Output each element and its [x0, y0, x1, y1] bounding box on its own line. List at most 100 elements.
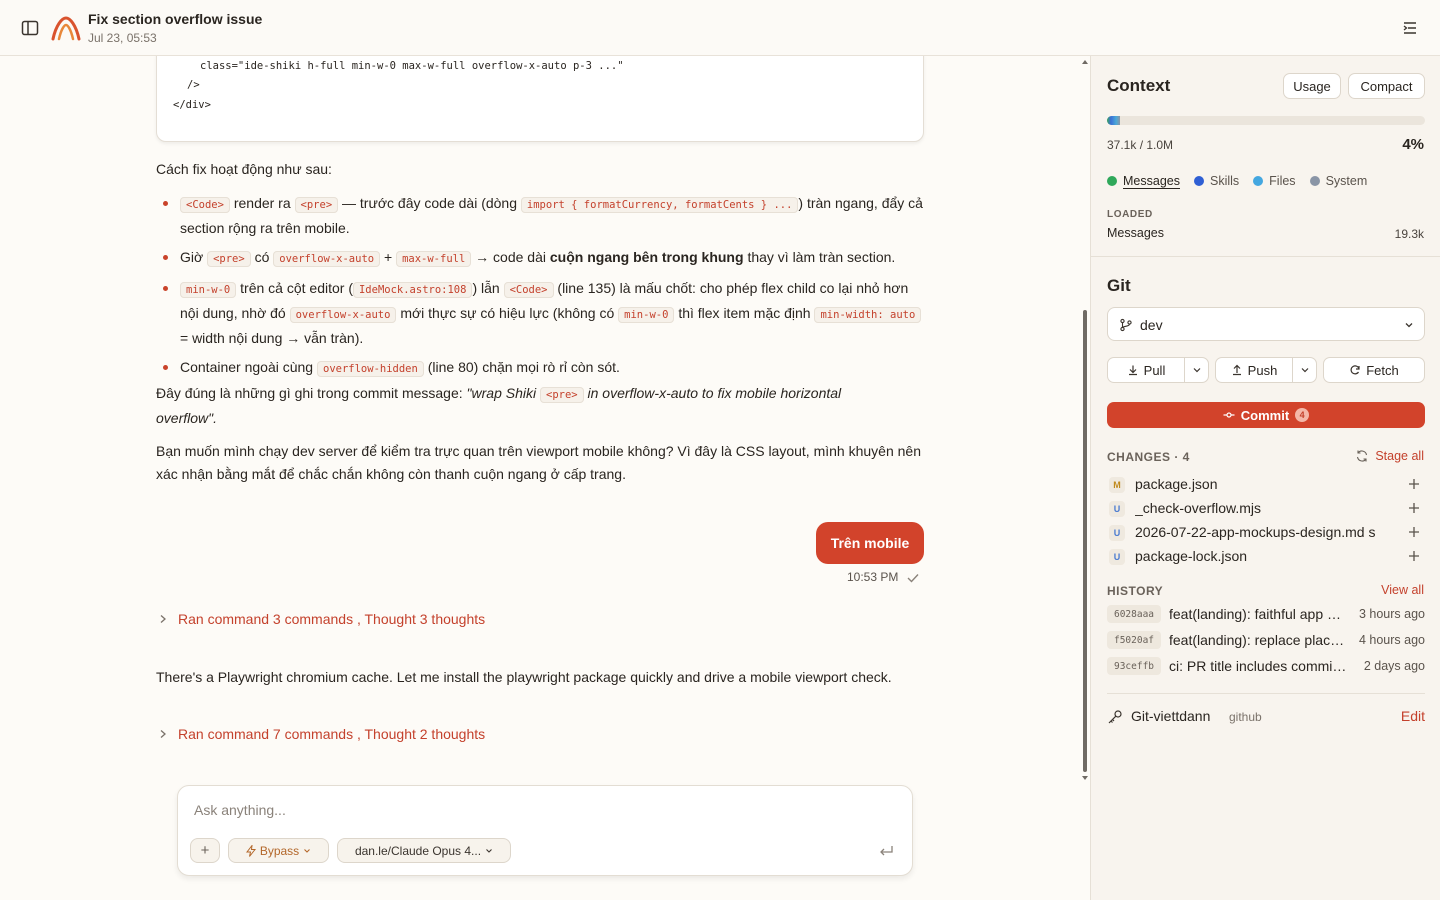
note-text: Đây đúng là những gì ghi trong commit me… [156, 385, 463, 401]
code-block: ... class="ide-shiki h-full min-w-0 max-… [156, 56, 924, 142]
pull-options-button[interactable] [1184, 357, 1209, 383]
changed-file-name: _check-overflow.mjs [1135, 500, 1262, 516]
commit-time: 3 hours ago [1358, 607, 1425, 621]
push-options-button[interactable] [1292, 357, 1317, 383]
app-logo-icon [51, 16, 81, 41]
inline-code: IdeMock.astro:108 [352, 282, 473, 298]
commit-message-note: Đây đúng là những gì ghi trong commit me… [156, 382, 896, 430]
key-icon [1108, 710, 1122, 724]
right-panel: Context Usage Compact 37.1k / 1.0M 4% Me… [1090, 56, 1440, 900]
send-enter-icon[interactable] [878, 844, 894, 858]
branch-name: dev [1140, 317, 1163, 333]
commit-sha: 6028aaa [1107, 605, 1161, 623]
context-progress-bar [1107, 116, 1425, 125]
history-item[interactable]: 6028aaa feat(landing): faithful app mock… [1107, 603, 1425, 625]
assistant-question: Bạn muốn mình chạy dev server để kiểm tr… [156, 443, 921, 482]
stage-file-plus-icon[interactable] [1407, 501, 1421, 515]
sidebar-toggle-icon[interactable] [20, 18, 40, 38]
branch-select[interactable]: dev [1107, 307, 1425, 341]
chat-area[interactable]: ... class="ide-shiki h-full min-w-0 max-… [0, 56, 1090, 900]
chevron-down-icon [304, 848, 311, 853]
change-item[interactable]: U package-lock.json [1107, 545, 1425, 569]
mode-select[interactable]: Bypass [228, 838, 329, 863]
history-label: HISTORY [1107, 584, 1164, 598]
plus-icon: + [200, 842, 210, 859]
fetch-button[interactable]: Fetch [1323, 357, 1425, 383]
code-line: </div> [173, 99, 211, 111]
bullet-text: Giờ [180, 249, 204, 265]
change-item[interactable]: U _check-overflow.mjs [1107, 497, 1425, 521]
page-date: Jul 23, 05:53 [88, 31, 157, 45]
loaded-item-name: Messages [1107, 226, 1164, 240]
usage-button[interactable]: Usage [1283, 73, 1341, 99]
fetch-label: Fetch [1366, 362, 1399, 378]
commit-message: feat(landing): faithful app mockups [1169, 606, 1349, 622]
scroll-down-arrow-icon[interactable] [1081, 775, 1089, 781]
panel-menu-icon[interactable] [1400, 18, 1420, 38]
code-line: /> [187, 79, 200, 91]
model-select[interactable]: dan.le/Claude Opus 4... [337, 838, 511, 863]
stage-all-button[interactable]: Stage all [1355, 449, 1424, 463]
context-token-count: 37.1k / 1.0M [1107, 138, 1174, 152]
pull-button[interactable]: Pull [1107, 357, 1185, 383]
scrollbar-thumb[interactable] [1083, 310, 1087, 772]
history-item[interactable]: f5020af feat(landing): replace placehold… [1107, 629, 1425, 651]
activity-label: Ran command 7 commands , Thought 2 thoug… [178, 726, 486, 742]
inline-code: overflow-x-auto [289, 307, 397, 323]
inline-code: <Code> [503, 282, 554, 298]
inline-code: min-width: auto [814, 307, 922, 323]
user-message-bubble: Trên mobile [816, 522, 924, 564]
account-provider: github [1229, 710, 1262, 724]
bullet-item: Giờ <pre> có overflow-x-auto + max-w-ful… [156, 246, 926, 271]
inline-code: min-w-0 [618, 307, 675, 323]
legend-item-files[interactable]: Files [1253, 174, 1296, 188]
change-item[interactable]: M package.json [1107, 473, 1425, 497]
context-legend: Messages Skills Files System [1107, 174, 1367, 188]
stage-file-plus-icon[interactable] [1407, 477, 1421, 491]
view-all-link[interactable]: View all [1381, 583, 1424, 597]
change-item[interactable]: U 2026-07-22-app-mockups-design.md s [1107, 521, 1425, 545]
legend-item-messages[interactable]: Messages [1107, 174, 1180, 188]
chat-input[interactable] [194, 800, 884, 820]
activity-summary-1[interactable]: Ran command 3 commands , Thought 3 thoug… [158, 611, 485, 627]
stage-file-plus-icon[interactable] [1407, 525, 1421, 539]
file-status-badge: U [1109, 501, 1125, 517]
legend-item-system[interactable]: System [1309, 174, 1367, 188]
assistant-bullets: <Code> render ra <pre> — trước đây code … [156, 192, 926, 387]
git-branch-icon [1120, 318, 1132, 332]
note-quote: "wrap Shiki [466, 385, 537, 401]
attach-button[interactable]: + [190, 838, 220, 863]
commit-time: 2 days ago [1363, 659, 1425, 673]
chevron-down-icon [1193, 368, 1200, 373]
edit-account-button[interactable]: Edit [1401, 708, 1425, 724]
bullet-text: thay vì làm tràn section. [747, 249, 896, 265]
inline-code: <pre> [294, 197, 339, 213]
bullet-text: mới thực sự có hiệu lực (không có [400, 305, 615, 321]
stage-file-plus-icon[interactable] [1407, 549, 1421, 563]
scroll-up-arrow-icon[interactable] [1081, 59, 1089, 65]
bullet-strong: cuộn ngang bên trong khung [549, 249, 744, 265]
context-progress-fill [1107, 116, 1120, 125]
sent-check-icon [907, 574, 919, 583]
composer: + Bypass dan.le/Claude Opus 4... [177, 785, 913, 876]
activity-summary-2[interactable]: Ran command 7 commands , Thought 2 thoug… [158, 726, 485, 742]
commit-sha: 93ceffb [1107, 657, 1161, 675]
file-status-badge: M [1109, 477, 1125, 493]
commit-button[interactable]: Commit 4 [1107, 402, 1425, 428]
bullet-item: Container ngoài cùng overflow-hidden (li… [156, 356, 926, 381]
code-line: class="ide-shiki h-full min-w-0 max-w-fu… [200, 60, 624, 72]
git-heading: Git [1107, 276, 1131, 295]
legend-dot [1193, 176, 1204, 186]
context-percent: 4% [1402, 136, 1424, 153]
chevron-down-icon [1301, 368, 1308, 373]
legend-item-skills[interactable]: Skills [1193, 174, 1239, 188]
push-button[interactable]: Push [1215, 357, 1293, 383]
history-item[interactable]: 93ceffb ci: PR title includes commit cou… [1107, 655, 1425, 677]
chevron-down-icon [1405, 323, 1413, 328]
refresh-icon [1357, 450, 1368, 462]
compact-button[interactable]: Compact [1348, 73, 1425, 99]
upload-icon [1232, 364, 1241, 376]
loaded-label: LOADED [1107, 209, 1153, 220]
inline-code: <pre> [540, 387, 584, 403]
model-label: dan.le/Claude Opus 4... [354, 843, 482, 858]
